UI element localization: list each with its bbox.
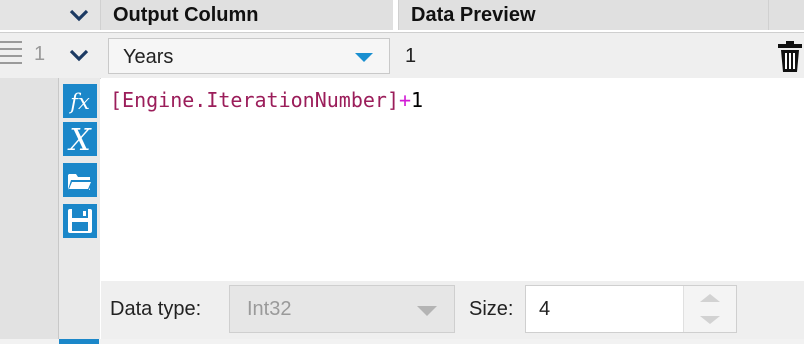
- row-gutter: [0, 78, 59, 344]
- chevron-down-icon: [69, 49, 89, 62]
- collapse-all-button[interactable]: [58, 0, 100, 30]
- save-icon: [68, 209, 92, 233]
- drag-handle-icon[interactable]: [0, 41, 22, 69]
- header-spacer: [0, 0, 59, 30]
- expression-field-token: [Engine.IterationNumber]: [110, 88, 399, 112]
- decrement-icon[interactable]: [700, 316, 720, 324]
- output-column-dropdown[interactable]: Years: [108, 38, 390, 74]
- chevron-down-icon: [69, 9, 89, 22]
- expression-code: [Engine.IterationNumber]+1: [110, 88, 423, 112]
- data-type-select[interactable]: Int32: [229, 285, 455, 333]
- data-preview-header-label: Data Preview: [411, 4, 536, 26]
- svg-text:fx: fx: [68, 90, 90, 114]
- dropdown-arrow-icon: [355, 53, 373, 62]
- row-collapse-button[interactable]: [58, 36, 100, 76]
- data-preview-value: 1: [405, 45, 417, 67]
- variable-button[interactable]: X: [63, 122, 97, 158]
- function-icon: fx: [68, 90, 90, 114]
- size-value: 4: [539, 298, 551, 320]
- dropdown-arrow-icon: [417, 306, 437, 316]
- size-label: Size:: [469, 298, 514, 320]
- svg-text:X: X: [67, 123, 92, 156]
- size-stepper[interactable]: 4: [525, 285, 737, 333]
- data-preview-header: Data Preview: [398, 0, 769, 30]
- bottom-divider: [0, 339, 804, 344]
- size-spinner[interactable]: [683, 286, 736, 332]
- output-column-value: Years: [123, 46, 174, 68]
- output-column-header: Output Column: [100, 0, 393, 30]
- row-number: 1: [34, 43, 46, 65]
- open-folder-icon: [68, 174, 93, 190]
- data-type-value: Int32: [247, 298, 292, 320]
- function-button[interactable]: fx: [63, 84, 97, 118]
- trash-icon: [778, 41, 802, 72]
- save-expression-button[interactable]: [63, 204, 97, 238]
- header-end-cell: [768, 0, 804, 30]
- data-type-label: Data type:: [110, 298, 202, 320]
- next-row-toolbar-edge: [59, 339, 99, 344]
- increment-icon[interactable]: [700, 294, 720, 302]
- output-column-header-label: Output Column: [113, 4, 259, 26]
- delete-expression-button[interactable]: [776, 38, 804, 74]
- expression-operator-token: +: [398, 88, 412, 112]
- open-expression-button[interactable]: [63, 163, 97, 197]
- variable-icon: X: [67, 123, 92, 158]
- expression-number-token: 1: [411, 88, 424, 112]
